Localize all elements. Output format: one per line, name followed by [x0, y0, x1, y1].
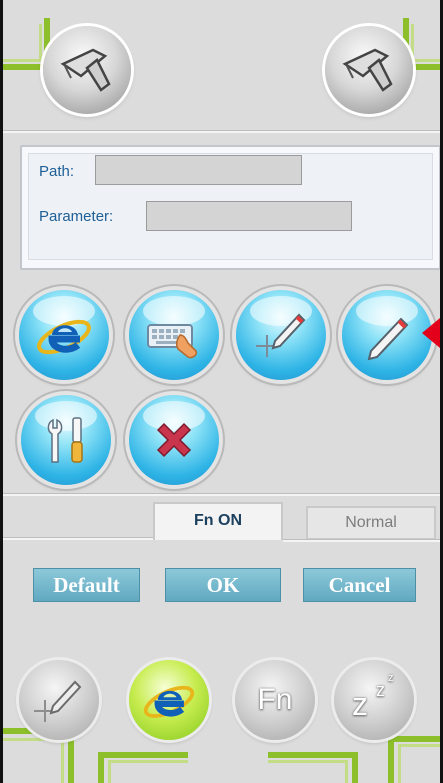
barcode-scanner-icon [342, 48, 393, 92]
settings-tools-button[interactable] [21, 395, 111, 485]
right-scanner-button[interactable] [325, 26, 413, 114]
bottom-bracket-1-inner [3, 738, 64, 783]
cancel-button[interactable]: Cancel [303, 568, 416, 602]
bottom-pen-button[interactable] [19, 660, 99, 740]
pen-crosshair-icon [256, 313, 306, 357]
top-right-bracket-inner [411, 24, 440, 62]
bottom-fn-button[interactable]: Fn [235, 660, 315, 740]
close-icon [156, 422, 192, 458]
fn-icon: Fn [257, 683, 293, 716]
bottom-sleep-button[interactable]: z z z [334, 660, 414, 740]
path-label: Path: [39, 163, 75, 180]
path-input[interactable] [95, 155, 302, 185]
parameter-input[interactable] [146, 201, 352, 231]
default-button[interactable]: Default [33, 568, 140, 602]
top-left-bracket-inner [3, 24, 42, 62]
pen-crosshair-icon [34, 680, 82, 722]
pen-button[interactable] [342, 290, 432, 380]
tab-normal[interactable]: Normal [306, 506, 436, 540]
separator-tabs-bottom [3, 537, 153, 540]
bottom-bracket-3-inner [268, 760, 348, 783]
separator-tabs [3, 493, 440, 496]
selection-pointer-arrow [422, 318, 440, 348]
bottom-bracket-2-inner [108, 760, 188, 783]
pen-crosshair-button[interactable] [236, 290, 326, 380]
sleep-icon: z z z [352, 672, 394, 722]
pen-icon [367, 317, 409, 361]
close-button[interactable] [129, 395, 219, 485]
barcode-scanner-icon [60, 48, 111, 92]
left-scanner-button[interactable] [43, 26, 131, 114]
bottom-bracket-4-inner [398, 744, 440, 783]
tab-fn-on[interactable]: Fn ON [153, 502, 283, 540]
internet-explorer-button[interactable] [19, 290, 109, 380]
bottom-browser-button[interactable] [129, 660, 209, 740]
keyboard-button[interactable] [129, 290, 219, 380]
separator-top [3, 130, 440, 133]
separator-tabs-bottom-right [283, 539, 440, 542]
internet-explorer-icon [37, 319, 91, 355]
parameter-label: Parameter: [39, 208, 114, 225]
internet-explorer-icon [143, 685, 195, 718]
tools-icon [47, 417, 83, 463]
ok-button[interactable]: OK [165, 568, 281, 602]
app-frame: Path: Parameter: Fn ON Normal Default OK… [0, 0, 443, 783]
keyboard-touch-icon [147, 324, 198, 359]
